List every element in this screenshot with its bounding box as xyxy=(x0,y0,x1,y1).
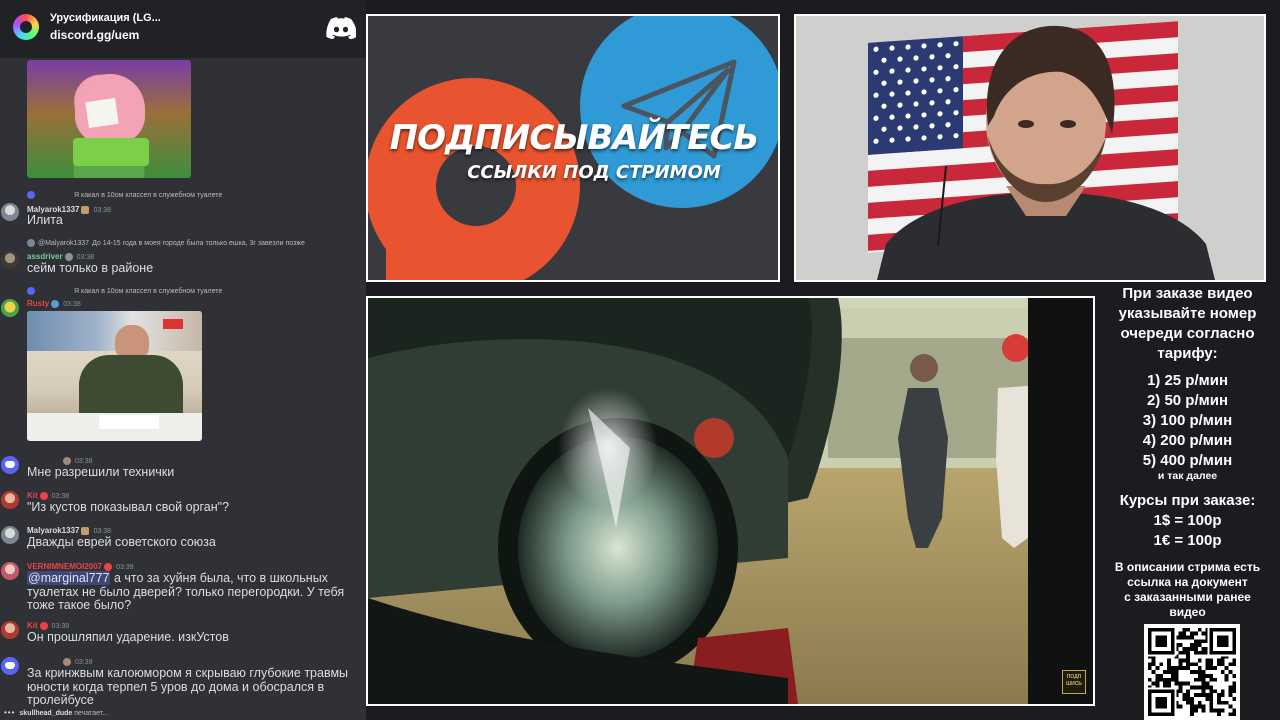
user-mention[interactable]: @marginal777 xyxy=(27,571,111,585)
order-instructions: При заказе видео указывайте номер очеред… xyxy=(1118,285,1257,362)
timestamp: 03:38 xyxy=(51,493,70,500)
exchange-rates: Курсы при заказе: 1$ = 100р 1€ = 100р xyxy=(1095,491,1280,551)
user-avatar[interactable] xyxy=(1,621,19,639)
user-avatar[interactable] xyxy=(1,203,19,221)
message-text: сейм только в районе xyxy=(27,261,154,275)
message-text: @marginal777 а что за хуйня была, что в … xyxy=(27,571,345,612)
message-header: Rusty 03:38 xyxy=(27,299,81,308)
badge-icon xyxy=(63,456,71,465)
message-text: Илита xyxy=(27,213,63,227)
badge-icon xyxy=(64,252,73,261)
badge-icon xyxy=(51,299,60,308)
order-info-panel: При заказе видео указывайте номер очеред… xyxy=(1095,282,1280,720)
image-attachment[interactable] xyxy=(27,60,191,178)
timestamp: 03:39 xyxy=(75,659,93,666)
badge-icon xyxy=(81,205,90,214)
timestamp: 03:38 xyxy=(63,301,81,308)
timestamp: 03:39 xyxy=(51,623,70,630)
message-header: assdriver 03:38 xyxy=(27,252,94,261)
video-player[interactable]: ПОДП ШИСЬ xyxy=(366,296,1095,706)
qr-code-icon xyxy=(1144,624,1240,720)
reply-preview[interactable]: @Malyarok1337 До 14-15 года в моея городе… xyxy=(27,239,305,247)
tariff-item: 5) 400 р/мин xyxy=(1142,452,1233,469)
subscribe-promo-panel: ПОДПИСЫВАЙТЕСЬ ССЫЛКИ ПОД СТРИМОМ xyxy=(366,14,780,282)
tariff-item: 1) 25 р/мин xyxy=(1146,372,1229,389)
rate-item: 1€ = 100р xyxy=(1153,532,1222,549)
timestamp: 03:38 xyxy=(76,254,95,261)
user-avatar[interactable] xyxy=(1,657,19,675)
video-frame xyxy=(368,298,1093,704)
message-header: 03:38 xyxy=(27,456,93,465)
badge-icon xyxy=(104,562,113,571)
tariff-note: и так далее xyxy=(1157,470,1218,482)
user-avatar[interactable] xyxy=(1,562,19,580)
message-header: Malyarok1337 03:38 xyxy=(27,526,111,535)
promo-subtitle: ССЫЛКИ ПОД СТРИМОМ xyxy=(467,162,721,183)
image-attachment[interactable] xyxy=(27,311,202,441)
server-invite-link[interactable]: discord.gg/uem xyxy=(50,28,139,42)
tariff-list: 1) 25 р/мин 2) 50 р/мин 3) 100 р/мин 4) … xyxy=(1095,371,1280,482)
author-name[interactable]: Malyarok1337 xyxy=(27,526,79,535)
timestamp: 03:38 xyxy=(93,207,112,214)
badge-icon xyxy=(39,491,48,500)
discord-chat-overlay: Урусификация (LG... discord.gg/uem Я как… xyxy=(0,0,366,720)
server-header[interactable]: Урусификация (LG... discord.gg/uem xyxy=(0,0,366,58)
webcam-feed xyxy=(794,14,1266,282)
author-name[interactable]: Rusty xyxy=(27,299,49,308)
tariff-item: 4) 200 р/мин xyxy=(1142,432,1233,449)
discord-logo-icon xyxy=(326,17,356,39)
user-avatar[interactable] xyxy=(1,299,19,317)
timestamp: 03:38 xyxy=(93,528,112,535)
message-text: Он прошляпил ударение. изкУстов xyxy=(27,630,229,644)
typing-indicator: ••• skullhead_dude печатает... xyxy=(4,708,109,717)
message-header: Kit 03:39 xyxy=(27,621,69,630)
promo-title: ПОДПИСЫВАЙТЕСЬ xyxy=(389,118,760,158)
badge-icon xyxy=(39,621,48,630)
badge-icon xyxy=(81,526,90,535)
user-avatar[interactable] xyxy=(1,491,19,509)
author-name[interactable]: Kit xyxy=(27,491,38,500)
rate-item: 1$ = 100р xyxy=(1153,512,1222,529)
message-text: Мне разрешили технички xyxy=(27,465,175,479)
reply-preview[interactable]: Я какал в 10ом классеп в служебном туале… xyxy=(27,287,222,295)
badge-icon xyxy=(63,657,71,666)
streamer xyxy=(877,25,1215,280)
server-icon[interactable] xyxy=(13,14,39,40)
reply-preview[interactable]: Я какал в 10ом классеп в служебном туале… xyxy=(27,191,222,199)
channel-logo xyxy=(163,319,183,329)
server-name: Урусификация (LG... xyxy=(50,12,161,24)
author-name[interactable]: Kit xyxy=(27,621,38,630)
user-avatar[interactable] xyxy=(1,456,19,474)
author-name[interactable]: assdriver xyxy=(27,252,63,261)
message-text: Дважды еврей советского союза xyxy=(27,535,216,549)
user-avatar[interactable] xyxy=(1,526,19,544)
video-watermark: ПОДП ШИСЬ xyxy=(1062,670,1086,694)
message-header: 03:39 xyxy=(27,657,93,666)
rates-title: Курсы при заказе: xyxy=(1119,492,1256,509)
user-avatar[interactable] xyxy=(1,251,19,269)
timestamp: 03:39 xyxy=(116,564,134,571)
description-note: В описании стрима есть ссылка на докумен… xyxy=(1114,560,1261,619)
message-text: "Из кустов показывал свой орган"? xyxy=(27,500,230,514)
timestamp: 03:38 xyxy=(75,458,93,465)
tariff-item: 3) 100 р/мин xyxy=(1142,412,1233,429)
message-header: Kit 03:38 xyxy=(27,491,69,500)
typing-dots-icon: ••• xyxy=(4,708,16,717)
message-header: VERNIMNEMOI2007 03:39 xyxy=(27,562,134,571)
tariff-item: 2) 50 р/мин xyxy=(1146,392,1229,409)
message-text: За кринжвым калоюмором я скрываю глубоки… xyxy=(27,666,349,707)
author-name[interactable]: VERNIMNEMOI2007 xyxy=(27,562,102,571)
